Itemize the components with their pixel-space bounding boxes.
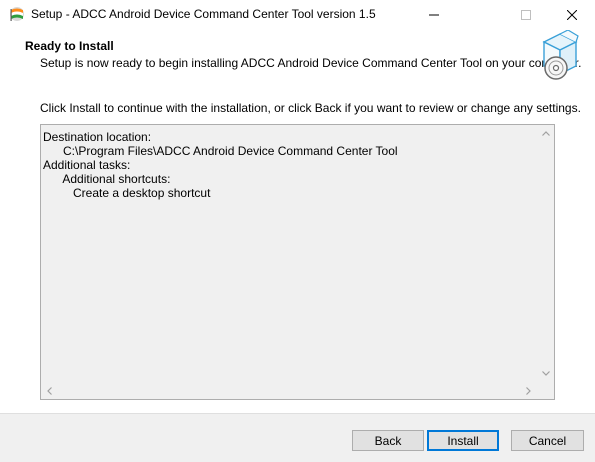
memo-line: Create a desktop shortcut xyxy=(43,186,211,200)
page-subtitle: Setup is now ready to begin installing A… xyxy=(40,56,582,70)
memo-line: Destination location: xyxy=(43,130,152,144)
close-icon xyxy=(567,10,577,20)
vertical-scrollbar[interactable] xyxy=(537,125,554,382)
horizontal-scrollbar[interactable] xyxy=(41,382,537,399)
ready-memo[interactable]: Destination location: C:\Program Files\A… xyxy=(40,124,555,400)
scrollbar-corner xyxy=(537,382,554,399)
minimize-button[interactable] xyxy=(411,0,457,30)
close-button[interactable] xyxy=(549,0,595,30)
page-title: Ready to Install xyxy=(25,39,114,53)
scroll-right-icon[interactable] xyxy=(520,382,537,399)
box-with-disc-icon xyxy=(538,29,582,82)
window-title: Setup - ADCC Android Device Command Cent… xyxy=(31,7,376,21)
instructions-text: Click Install to continue with the insta… xyxy=(40,101,581,115)
cancel-button[interactable]: Cancel xyxy=(511,430,584,451)
button-bar: Back Install Cancel xyxy=(0,413,595,462)
scroll-down-icon[interactable] xyxy=(537,365,554,382)
memo-line: Additional shortcuts: xyxy=(43,172,171,186)
back-button[interactable]: Back xyxy=(352,430,424,451)
scroll-left-icon[interactable] xyxy=(41,382,58,399)
install-button[interactable]: Install xyxy=(427,430,499,451)
maximize-button[interactable] xyxy=(503,0,549,30)
wizard-header: Ready to Install Setup is now ready to b… xyxy=(0,29,595,88)
installer-flag-icon xyxy=(9,6,25,22)
maximize-icon xyxy=(521,10,531,20)
scroll-up-icon[interactable] xyxy=(537,125,554,142)
memo-content: Destination location: C:\Program Files\A… xyxy=(43,130,398,200)
title-bar[interactable]: Setup - ADCC Android Device Command Cent… xyxy=(0,0,595,30)
memo-line: C:\Program Files\ADCC Android Device Com… xyxy=(43,144,398,158)
memo-line: Additional tasks: xyxy=(43,158,131,172)
minimize-icon xyxy=(429,14,439,16)
